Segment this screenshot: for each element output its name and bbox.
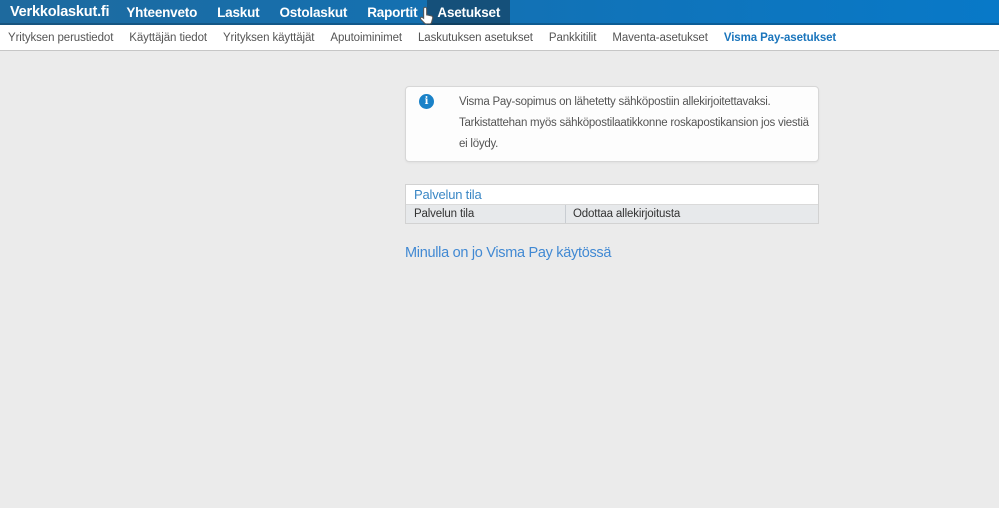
info-alert: i Visma Pay-sopimus on lähetetty sähköpo… <box>405 86 819 162</box>
topnav-item-raportit-label: Raportit <box>367 5 418 20</box>
subnav-item-kayttajan-tiedot[interactable]: Käyttäjän tiedot <box>121 32 215 44</box>
topnav-item-ostolaskut[interactable]: Ostolaskut <box>269 0 357 25</box>
topnav-item-yhteenveto[interactable]: Yhteenveto <box>116 0 207 25</box>
topnav-item-asetukset[interactable]: Asetukset <box>427 0 511 25</box>
topnav-item-laskut[interactable]: Laskut <box>207 0 269 25</box>
subnav-item-yrityksen-kayttajat[interactable]: Yrityksen käyttäjät <box>215 32 322 44</box>
info-icon: i <box>419 94 434 109</box>
service-status-label: Palvelun tila <box>406 205 566 223</box>
subnav-item-pankkitilit[interactable]: Pankkitilit <box>541 32 604 44</box>
already-have-visma-pay-link[interactable]: Minulla on jo Visma Pay käytössä <box>405 245 611 261</box>
topnav-item-raportit[interactable]: Raportit <box>357 0 434 25</box>
service-status-panel: Palvelun tila Palvelun tila Odottaa alle… <box>405 184 819 224</box>
info-alert-text: Visma Pay-sopimus on lähetetty sähköpost… <box>459 96 809 150</box>
top-navigation-bar: Verkkolaskut.fi Yhteenveto Laskut Ostola… <box>0 0 999 25</box>
settings-sub-navigation: Yrityksen perustiedot Käyttäjän tiedot Y… <box>0 25 999 51</box>
subnav-item-yrityksen-perustiedot[interactable]: Yrityksen perustiedot <box>0 32 121 44</box>
brand-verkkolaskut[interactable]: Verkkolaskut.fi <box>0 0 116 25</box>
visma-pay-settings-column: i Visma Pay-sopimus on lähetetty sähköpo… <box>405 51 819 262</box>
info-icon-wrap: i <box>406 92 459 155</box>
subnav-item-visma-pay-asetukset[interactable]: Visma Pay-asetukset <box>716 32 844 44</box>
service-status-panel-title: Palvelun tila <box>406 185 818 205</box>
subnav-item-laskutuksen-asetukset[interactable]: Laskutuksen asetukset <box>410 32 541 44</box>
table-row: Palvelun tila Odottaa allekirjoitusta <box>406 205 818 223</box>
page-content: i Visma Pay-sopimus on lähetetty sähköpo… <box>0 51 999 507</box>
subnav-item-maventa-asetukset[interactable]: Maventa-asetukset <box>604 32 715 44</box>
service-status-value: Odottaa allekirjoitusta <box>573 208 681 220</box>
subnav-item-aputoiminimet[interactable]: Aputoiminimet <box>322 32 410 44</box>
